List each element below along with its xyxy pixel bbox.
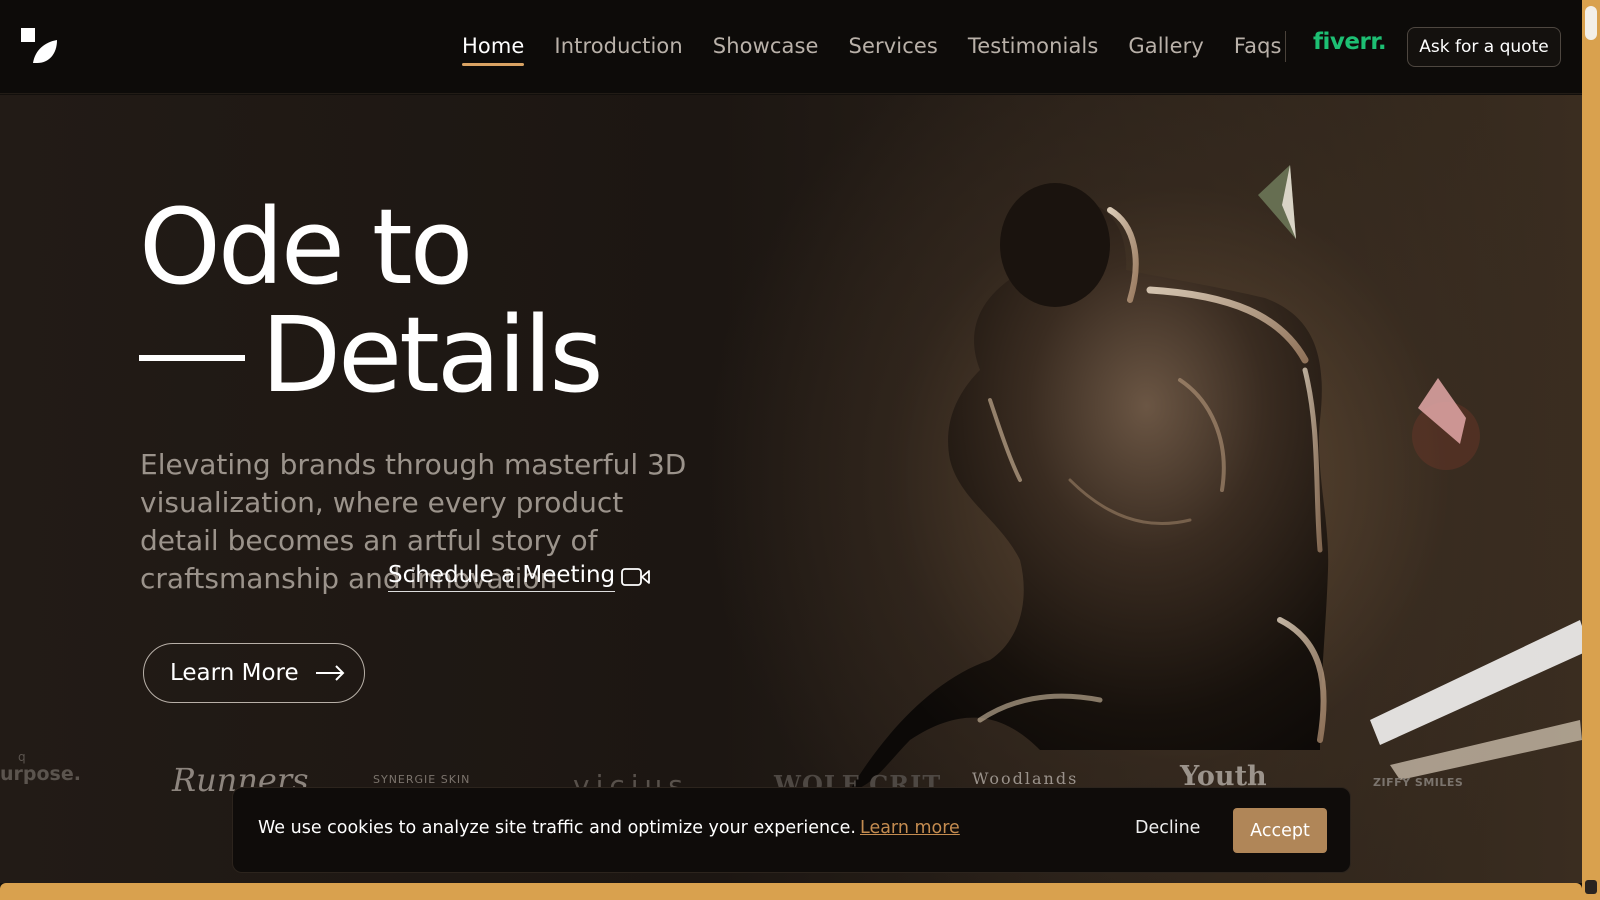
learn-more-button[interactable]: Learn More bbox=[143, 643, 365, 703]
floating-shard-pink bbox=[1412, 378, 1480, 470]
arrow-right-icon bbox=[315, 665, 345, 681]
nav-showcase[interactable]: Showcase bbox=[713, 30, 819, 62]
nav-divider bbox=[1285, 31, 1286, 62]
floating-shard-green bbox=[1258, 165, 1296, 239]
hero-title-line2-wrap: Details bbox=[139, 294, 604, 416]
accept-button[interactable]: Accept bbox=[1233, 808, 1327, 853]
hero-title-line1: Ode to bbox=[139, 186, 473, 308]
video-camera-icon[interactable] bbox=[621, 567, 650, 587]
nav-testimonials[interactable]: Testimonials bbox=[968, 30, 1098, 62]
logo-icon[interactable] bbox=[21, 28, 59, 64]
page-scrollbar[interactable] bbox=[1582, 0, 1600, 900]
scrollbar-thumb[interactable] bbox=[1585, 6, 1597, 40]
ask-quote-button[interactable]: Ask for a quote bbox=[1407, 27, 1561, 67]
nav-faqs[interactable]: Faqs bbox=[1234, 30, 1282, 62]
decline-button[interactable]: Decline bbox=[1135, 818, 1200, 838]
main-nav: Home Introduction Showcase Services Test… bbox=[462, 30, 1282, 66]
nav-gallery[interactable]: Gallery bbox=[1128, 30, 1204, 62]
hero-title: Ode to Details bbox=[139, 186, 604, 416]
brand-purpose: urpose. bbox=[0, 763, 81, 785]
cookie-text: We use cookies to analyze site traffic a… bbox=[258, 818, 856, 838]
hero-title-line2: Details bbox=[261, 294, 604, 416]
top-navbar: Home Introduction Showcase Services Test… bbox=[0, 0, 1582, 94]
nav-services[interactable]: Services bbox=[849, 30, 938, 62]
brand-synergie-skin: SYNERGIE SKIN bbox=[373, 773, 471, 786]
title-dash bbox=[139, 355, 245, 361]
brand-woodlands: Woodlands bbox=[972, 769, 1079, 788]
scrollbar-end bbox=[1585, 880, 1597, 894]
cookie-banner: We use cookies to analyze site traffic a… bbox=[232, 787, 1351, 873]
fiverr-link[interactable]: fiverr. bbox=[1313, 29, 1387, 55]
nav-home[interactable]: Home bbox=[462, 30, 525, 66]
cookie-message: We use cookies to analyze site traffic a… bbox=[258, 818, 960, 838]
learn-more-label: Learn More bbox=[170, 660, 299, 686]
brand-ziffy-smiles: ZIFFY SMILES bbox=[1373, 776, 1464, 789]
cookie-learn-more-link[interactable]: Learn more bbox=[860, 818, 960, 838]
nav-introduction[interactable]: Introduction bbox=[554, 30, 682, 62]
brand-purpose-mark: q bbox=[18, 750, 26, 764]
schedule-meeting-link[interactable]: Schedule a Meeting bbox=[388, 562, 616, 592]
bottom-accent-bar bbox=[0, 883, 1582, 900]
